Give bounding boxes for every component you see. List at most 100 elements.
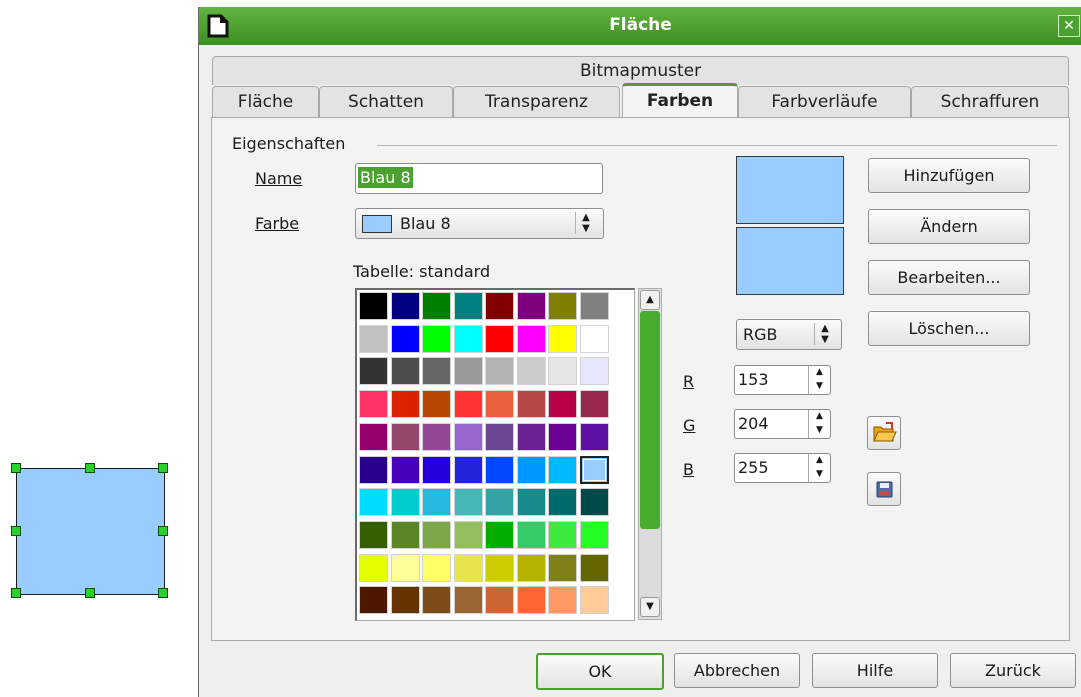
load-color-list-button[interactable] [867, 416, 901, 450]
palette-color-cell[interactable] [359, 586, 388, 615]
resize-handle-top-right[interactable] [158, 463, 168, 473]
cancel-button[interactable]: Abbrechen [674, 653, 800, 688]
reset-button[interactable]: Zurück [950, 653, 1076, 688]
palette-color-cell[interactable] [453, 390, 483, 419]
palette-color-cell[interactable] [422, 357, 451, 386]
palette-color-cell[interactable] [422, 520, 451, 549]
palette-color-cell[interactable] [579, 390, 609, 419]
edit-button[interactable]: Bearbeiten... [868, 260, 1030, 295]
resize-handle-bottom[interactable] [85, 588, 95, 598]
spin-up-icon[interactable]: ▲ [809, 454, 830, 468]
palette-color-cell[interactable] [390, 586, 420, 615]
add-button[interactable]: Hinzufügen [868, 158, 1030, 193]
palette-color-cell[interactable] [485, 553, 514, 582]
palette-color-cell[interactable] [390, 455, 420, 484]
palette-color-cell[interactable] [548, 390, 577, 419]
scroll-thumb[interactable] [640, 311, 660, 529]
resize-handle-top-left[interactable] [11, 463, 21, 473]
palette-color-cell[interactable] [422, 455, 451, 484]
palette-color-cell[interactable] [359, 455, 388, 484]
palette-color-cell[interactable] [390, 553, 420, 582]
palette-color-cell[interactable] [548, 357, 577, 386]
resize-handle-right[interactable] [158, 526, 168, 536]
palette-color-cell[interactable] [422, 488, 451, 517]
palette-color-cell[interactable] [579, 553, 609, 582]
palette-color-cell[interactable] [548, 520, 577, 549]
palette-color-cell[interactable] [453, 586, 483, 615]
palette-color-cell[interactable] [485, 324, 514, 353]
tab-transparenz[interactable]: Transparenz [453, 86, 620, 117]
g-spinbox[interactable]: 204 ▲ ▼ [734, 409, 831, 439]
palette-color-cell[interactable] [516, 488, 546, 517]
palette-color-cell[interactable] [422, 390, 451, 419]
palette-scrollbar[interactable]: ▲ ▼ [638, 288, 662, 620]
palette-color-cell[interactable] [579, 422, 609, 451]
palette-color-cell[interactable] [516, 455, 546, 484]
palette-color-cell[interactable] [422, 324, 451, 353]
name-input[interactable]: Blau 8 [355, 163, 603, 194]
palette-color-cell[interactable] [422, 422, 451, 451]
tab-farbverlaeufe[interactable]: Farbverläufe [738, 86, 911, 117]
palette-color-cell[interactable] [390, 357, 420, 386]
palette-color-cell[interactable] [516, 520, 546, 549]
tab-schatten[interactable]: Schatten [319, 86, 453, 117]
palette-color-cell[interactable] [516, 324, 546, 353]
palette-color-cell[interactable] [390, 520, 420, 549]
b-spinbox[interactable]: 255 ▲ ▼ [734, 453, 831, 483]
palette-color-cell[interactable] [579, 520, 609, 549]
spin-up-icon[interactable]: ▲ [809, 410, 830, 424]
color-model-dropdown[interactable]: RGB ▲ ▼ [736, 319, 842, 350]
modify-button[interactable]: Ändern [868, 209, 1030, 244]
palette-color-cell[interactable] [579, 324, 609, 353]
palette-color-cell[interactable] [422, 292, 451, 320]
palette-color-cell[interactable] [485, 586, 514, 615]
palette-color-cell[interactable] [453, 357, 483, 386]
palette-color-cell[interactable] [422, 553, 451, 582]
palette-color-cell[interactable] [548, 488, 577, 517]
scroll-up-icon[interactable]: ▲ [640, 290, 660, 310]
palette-color-cell[interactable] [516, 553, 546, 582]
palette-color-cell[interactable] [516, 586, 546, 615]
palette-color-cell[interactable] [359, 488, 388, 517]
tab-flaeche[interactable]: Fläche [212, 86, 319, 117]
palette-color-cell[interactable] [485, 520, 514, 549]
palette-color-cell[interactable] [579, 586, 609, 615]
palette-color-cell[interactable] [453, 324, 483, 353]
palette-color-cell[interactable] [485, 357, 514, 386]
ok-button[interactable]: OK [536, 653, 664, 690]
selected-rectangle-shape[interactable] [16, 468, 165, 595]
palette-color-cell[interactable] [485, 292, 514, 320]
palette-color-cell[interactable] [359, 422, 388, 451]
close-button[interactable]: ✕ [1058, 15, 1080, 37]
palette-color-cell[interactable] [516, 390, 546, 419]
palette-color-cell[interactable] [390, 422, 420, 451]
spin-up-icon[interactable]: ▲ [809, 366, 830, 380]
color-palette[interactable] [355, 288, 635, 621]
palette-color-cell[interactable] [359, 292, 388, 320]
palette-color-cell[interactable] [453, 520, 483, 549]
delete-button[interactable]: Löschen... [868, 311, 1030, 346]
spin-down-icon[interactable]: ▼ [809, 424, 830, 438]
palette-color-cell[interactable] [548, 324, 577, 353]
palette-color-cell[interactable] [548, 586, 577, 615]
palette-color-cell[interactable] [359, 553, 388, 582]
scroll-down-icon[interactable]: ▼ [640, 597, 660, 617]
resize-handle-top[interactable] [85, 463, 95, 473]
palette-color-cell[interactable] [390, 292, 420, 320]
palette-color-cell[interactable] [390, 390, 420, 419]
color-dropdown[interactable]: Blau 8 ▲ ▼ [355, 208, 604, 239]
palette-color-cell[interactable] [485, 390, 514, 419]
palette-color-cell[interactable] [453, 455, 483, 484]
help-button[interactable]: Hilfe [812, 653, 938, 688]
palette-color-cell[interactable] [359, 390, 388, 419]
resize-handle-bottom-left[interactable] [11, 588, 21, 598]
palette-color-cell[interactable] [579, 357, 609, 386]
palette-color-cell[interactable] [548, 422, 577, 451]
palette-color-cell[interactable] [453, 422, 483, 451]
palette-color-cell[interactable] [548, 292, 577, 320]
palette-color-cell[interactable] [485, 455, 514, 484]
palette-color-cell[interactable] [390, 324, 420, 353]
palette-color-cell[interactable] [516, 422, 546, 451]
palette-color-cell[interactable] [516, 357, 546, 386]
r-spinbox[interactable]: 153 ▲ ▼ [734, 365, 831, 395]
